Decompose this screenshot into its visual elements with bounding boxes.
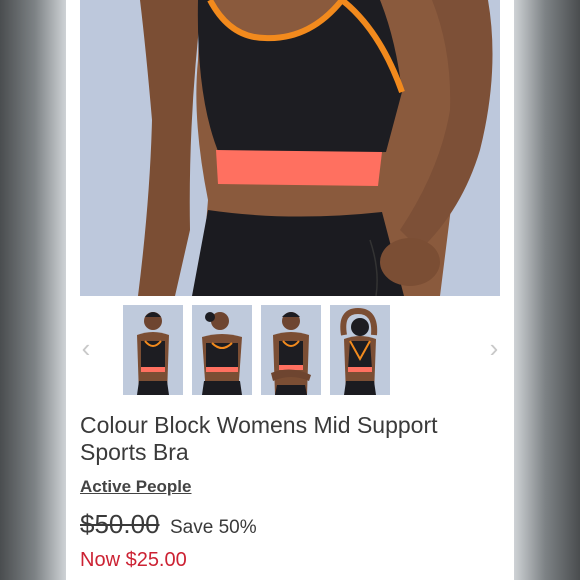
brand-link[interactable]: Active People xyxy=(80,477,192,497)
thumbnail-gallery: ‹ › xyxy=(66,305,514,397)
chevron-left-icon[interactable]: ‹ xyxy=(74,333,98,364)
thumbnail-arms-crossed-view[interactable] xyxy=(261,305,321,395)
thumbnail-back-view[interactable] xyxy=(330,305,390,395)
thumbnail-side-pose-view[interactable] xyxy=(192,305,252,395)
main-product-image[interactable] xyxy=(80,0,500,296)
discount-label: Save 50% xyxy=(169,517,257,538)
product-title: Colour Block Womens Mid Support Sports B… xyxy=(80,412,438,465)
original-price: $50.00 xyxy=(80,509,160,539)
product-card: ‹ › Colour Block Womens Mid Support Spor… xyxy=(66,0,514,580)
thumbnail-front-view[interactable] xyxy=(123,305,183,395)
sale-price: Now $25.00 xyxy=(80,549,187,571)
chevron-right-icon[interactable]: › xyxy=(482,333,506,364)
main-product-photo xyxy=(80,0,500,296)
price-row: $50.00 Save 50% xyxy=(80,509,257,543)
